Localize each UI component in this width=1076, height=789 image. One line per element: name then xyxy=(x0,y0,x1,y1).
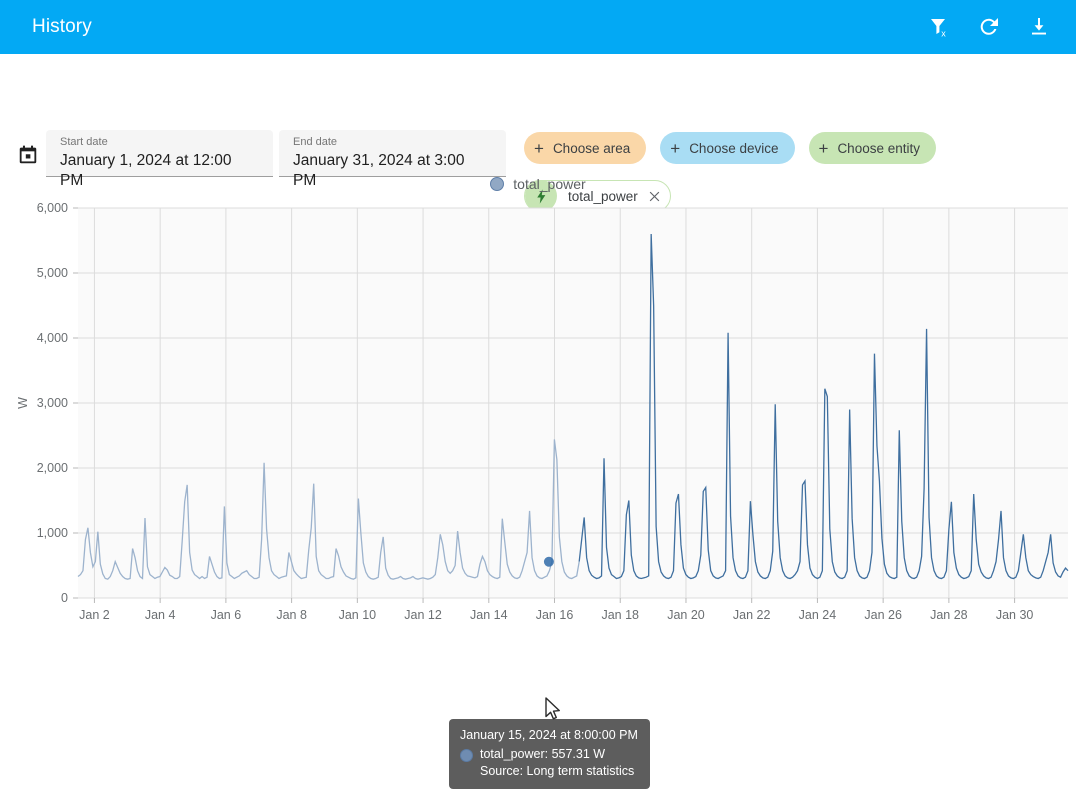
y-axis-title: W xyxy=(16,397,30,409)
download-button[interactable] xyxy=(1022,10,1056,44)
y-tick-label: 0 xyxy=(61,591,68,605)
x-tick-label: Jan 22 xyxy=(733,608,771,622)
picker-chips: + Choose area + Choose device + Choose e… xyxy=(524,132,936,164)
svg-text:x: x xyxy=(941,29,946,39)
plus-icon: + xyxy=(534,140,544,157)
x-tick-label: Jan 18 xyxy=(601,608,639,622)
tooltip-title: January 15, 2024 at 8:00:00 PM xyxy=(460,726,639,744)
calendar-icon xyxy=(17,144,39,166)
y-tick-label: 3,000 xyxy=(37,396,68,410)
choose-area-chip[interactable]: + Choose area xyxy=(524,132,646,164)
start-date-label: Start date xyxy=(60,136,259,149)
x-tick-label: Jan 14 xyxy=(470,608,508,622)
x-tick-label: Jan 20 xyxy=(667,608,705,622)
x-tick-label: Jan 6 xyxy=(211,608,242,622)
end-date-label: End date xyxy=(293,136,492,149)
choose-area-label: Choose area xyxy=(553,141,630,156)
choose-entity-label: Choose entity xyxy=(837,141,920,156)
x-tick-label: Jan 16 xyxy=(536,608,574,622)
x-tick-label: Jan 30 xyxy=(996,608,1034,622)
page-title: History xyxy=(32,16,92,38)
x-tick-label: Jan 28 xyxy=(930,608,968,622)
legend-label-total-power: total_power xyxy=(513,176,585,192)
choose-device-label: Choose device xyxy=(689,141,778,156)
filter-controls: Start date January 1, 2024 at 12:00 PM E… xyxy=(0,54,1076,169)
plus-icon: + xyxy=(670,140,680,157)
y-tick-label: 5,000 xyxy=(37,266,68,280)
hovered-data-point xyxy=(544,557,554,567)
tooltip-series-row: total_power: 557.31 W Source: Long term … xyxy=(460,746,639,780)
download-icon xyxy=(1027,15,1051,39)
choose-device-chip[interactable]: + Choose device xyxy=(660,132,794,164)
x-tick-label: Jan 12 xyxy=(404,608,442,622)
plus-icon: + xyxy=(819,140,829,157)
chart-tooltip: January 15, 2024 at 8:00:00 PM total_pow… xyxy=(449,719,650,789)
chart-legend[interactable]: total_power xyxy=(0,176,1076,192)
y-tick-label: 4,000 xyxy=(37,331,68,345)
chart-plot-area[interactable]: 0 1,000 2,000 3,000 4,000 5,000 6,000 W Jan 2 Jan… xyxy=(0,198,1076,638)
x-tick-label: Jan 2 xyxy=(79,608,110,622)
y-tick-label: 1,000 xyxy=(37,526,68,540)
app-bar-actions: x xyxy=(922,10,1056,44)
clear-filter-button[interactable]: x xyxy=(922,10,956,44)
legend-marker-total-power xyxy=(490,177,504,191)
mouse-cursor-icon xyxy=(545,697,563,723)
y-tick-label: 2,000 xyxy=(37,461,68,475)
refresh-icon xyxy=(977,15,1001,39)
x-tick-label: Jan 8 xyxy=(276,608,307,622)
refresh-button[interactable] xyxy=(972,10,1006,44)
x-tick-label: Jan 4 xyxy=(145,608,176,622)
x-tick-label: Jan 26 xyxy=(864,608,902,622)
tooltip-series-marker xyxy=(460,749,473,762)
app-bar: History x xyxy=(0,0,1076,54)
tooltip-source: Source: Long term statistics xyxy=(480,763,634,780)
clear-filter-icon: x xyxy=(927,15,951,39)
x-tick-label: Jan 10 xyxy=(339,608,377,622)
tooltip-series-value: total_power: 557.31 W xyxy=(480,746,634,763)
y-tick-label: 6,000 xyxy=(37,201,68,215)
history-chart: total_power 0 1,000 2,000 3,000 4,000 5,000 6,… xyxy=(0,166,1076,665)
x-tick-label: Jan 24 xyxy=(799,608,837,622)
choose-entity-chip[interactable]: + Choose entity xyxy=(809,132,937,164)
